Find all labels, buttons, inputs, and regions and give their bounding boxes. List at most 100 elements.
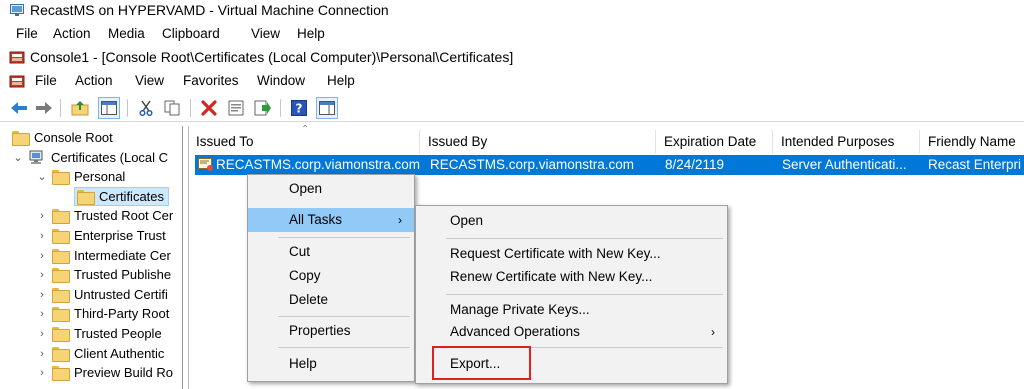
chevron-right-icon[interactable]: › [36, 308, 48, 320]
tree-item-label: Trusted Publishe [74, 267, 172, 282]
chevron-right-icon[interactable]: › [36, 230, 48, 242]
menu-item-all-tasks[interactable]: All Tasks › [248, 208, 414, 232]
tree-item-client-auth[interactable]: › Client Authentic [36, 344, 164, 363]
submenu-item-renew-new-key[interactable]: Renew Certificate with New Key... [416, 265, 727, 289]
cell-friendly-name: Recast Enterpri [928, 157, 1022, 172]
export-list-icon[interactable] [252, 97, 274, 119]
tree-item-trusted-people[interactable]: › Trusted People [36, 324, 162, 343]
menu-item-delete[interactable]: Delete [248, 288, 414, 312]
tree-item-label: Certificates (Local C [51, 150, 169, 165]
tree-item-console-root[interactable]: Console Root [12, 128, 113, 147]
tree-item-certificates-local[interactable]: ⌄ Certificates (Local C [12, 148, 168, 167]
menu-item-cut[interactable]: Cut [248, 240, 414, 264]
tree-item-certificates[interactable]: Certificates [74, 187, 170, 206]
submenu-item-advanced-operations[interactable]: Advanced Operations › [416, 320, 727, 344]
mmc-system-menu-icon[interactable] [9, 74, 25, 89]
mmc-title-bar: Console1 - [Console Root\Certificates (L… [0, 46, 1024, 68]
up-folder-icon[interactable] [69, 97, 91, 119]
submenu-item-request-new-key[interactable]: Request Certificate with New Key... [416, 242, 727, 266]
cell-issued-to: RECASTMS.corp.viamonstra.com [216, 157, 421, 172]
back-arrow-icon[interactable] [8, 97, 30, 119]
vm-menu-action[interactable]: Action [53, 26, 91, 41]
tree-item-trusted-root[interactable]: › Trusted Root Cer [36, 206, 173, 225]
folder-icon [52, 268, 70, 283]
chevron-right-icon[interactable]: › [36, 348, 48, 360]
folder-icon [52, 229, 70, 244]
tree-item-trusted-publishers[interactable]: › Trusted Publishe [36, 265, 171, 284]
mmc-menu-bar: File Action View Favorites Window Help [0, 70, 1024, 92]
mmc-menu-help[interactable]: Help [327, 73, 355, 88]
chevron-right-icon: › [711, 325, 715, 339]
tree-item-label: Personal [74, 169, 126, 184]
tree-item-label: Untrusted Certifi [74, 287, 168, 302]
folder-icon [52, 307, 70, 322]
folder-open-icon [77, 190, 95, 205]
column-issued-to[interactable]: Issued To [188, 130, 420, 154]
tree-item-label: Console Root [34, 130, 113, 145]
vm-menu-file[interactable]: File [16, 26, 38, 41]
folder-icon [52, 366, 70, 381]
folder-icon [52, 327, 70, 342]
menu-item-label: Advanced Operations [450, 324, 580, 339]
tree-item-label: Enterprise Trust [74, 228, 166, 243]
mmc-menu-view[interactable]: View [135, 73, 164, 88]
vm-menu-media[interactable]: Media [108, 26, 145, 41]
tree-item-enterprise-trust[interactable]: › Enterprise Trust [36, 226, 166, 245]
mmc-menu-window[interactable]: Window [257, 73, 305, 88]
tree-item-label: Intermediate Cer [74, 248, 171, 263]
tree-item-personal[interactable]: ⌄ Personal [36, 167, 125, 186]
vm-menu-help[interactable]: Help [297, 26, 325, 41]
menu-separator [446, 238, 723, 239]
column-issued-by[interactable]: Issued By [420, 130, 656, 154]
folder-icon [52, 288, 70, 303]
column-friendly-name[interactable]: Friendly Name [920, 130, 1024, 154]
show-hide-tree-icon[interactable] [98, 97, 120, 119]
column-expiration-date[interactable]: Expiration Date [656, 130, 773, 154]
vm-title-bar: RecastMS on HYPERVAMD - Virtual Machine … [0, 0, 1024, 22]
chevron-right-icon[interactable]: › [36, 250, 48, 262]
certificate-icon [198, 158, 213, 171]
cut-icon[interactable] [135, 97, 157, 119]
mmc-menu-file[interactable]: File [35, 73, 57, 88]
vm-menu-clipboard[interactable]: Clipboard [162, 26, 220, 41]
menu-separator [278, 347, 410, 348]
submenu-item-open[interactable]: Open [416, 209, 727, 233]
tree-item-label: Third-Party Root [74, 306, 170, 321]
folder-icon [52, 347, 70, 362]
menu-item-open[interactable]: Open [248, 177, 414, 201]
forward-arrow-icon[interactable] [33, 97, 55, 119]
delete-icon[interactable] [198, 97, 220, 119]
chevron-down-icon[interactable]: ⌄ [36, 171, 48, 183]
chevron-right-icon[interactable]: › [36, 289, 48, 301]
help-icon[interactable]: ? [288, 97, 310, 119]
column-intended-purposes[interactable]: Intended Purposes [773, 130, 920, 154]
vm-menu-view[interactable]: View [251, 26, 280, 41]
mmc-menu-favorites[interactable]: Favorites [183, 73, 239, 88]
submenu-item-manage-private-keys[interactable]: Manage Private Keys... [416, 298, 727, 322]
context-menu: Open All Tasks › Cut Copy Delete Propert… [247, 174, 415, 382]
chevron-right-icon[interactable]: › [36, 367, 48, 379]
tree-item-label: Trusted People [74, 326, 162, 341]
menu-item-help[interactable]: Help [248, 352, 414, 376]
chevron-right-icon[interactable]: › [36, 210, 48, 222]
tree-item-untrusted[interactable]: › Untrusted Certifi [36, 285, 168, 304]
tree-item-preview-build[interactable]: › Preview Build Ro [36, 363, 173, 382]
mmc-menu-action[interactable]: Action [75, 73, 113, 88]
tree-item-intermediate[interactable]: › Intermediate Cer [36, 246, 171, 265]
console-tree: Console Root ⌄ Certificates (Local C ⌄ P… [0, 126, 183, 389]
properties-icon[interactable] [225, 97, 247, 119]
cell-purposes: Server Authenticati... [782, 157, 907, 172]
menu-separator [278, 237, 410, 238]
tree-item-third-party-root[interactable]: › Third-Party Root [36, 304, 169, 323]
chevron-down-icon[interactable]: ⌄ [12, 152, 24, 164]
action-pane-icon[interactable] [316, 97, 338, 119]
vm-menu-bar: File Action Media Clipboard View Help [0, 23, 1024, 44]
menu-item-copy[interactable]: Copy [248, 264, 414, 288]
chevron-right-icon[interactable]: › [36, 269, 48, 281]
table-row[interactable]: RECASTMS.corp.viamonstra.com RECASTMS.co… [195, 155, 1024, 175]
menu-item-label: All Tasks [289, 212, 343, 227]
menu-item-properties[interactable]: Properties [248, 319, 414, 343]
all-tasks-submenu: Open Request Certificate with New Key...… [415, 205, 728, 384]
copy-icon[interactable] [161, 97, 183, 119]
chevron-right-icon[interactable]: › [36, 328, 48, 340]
